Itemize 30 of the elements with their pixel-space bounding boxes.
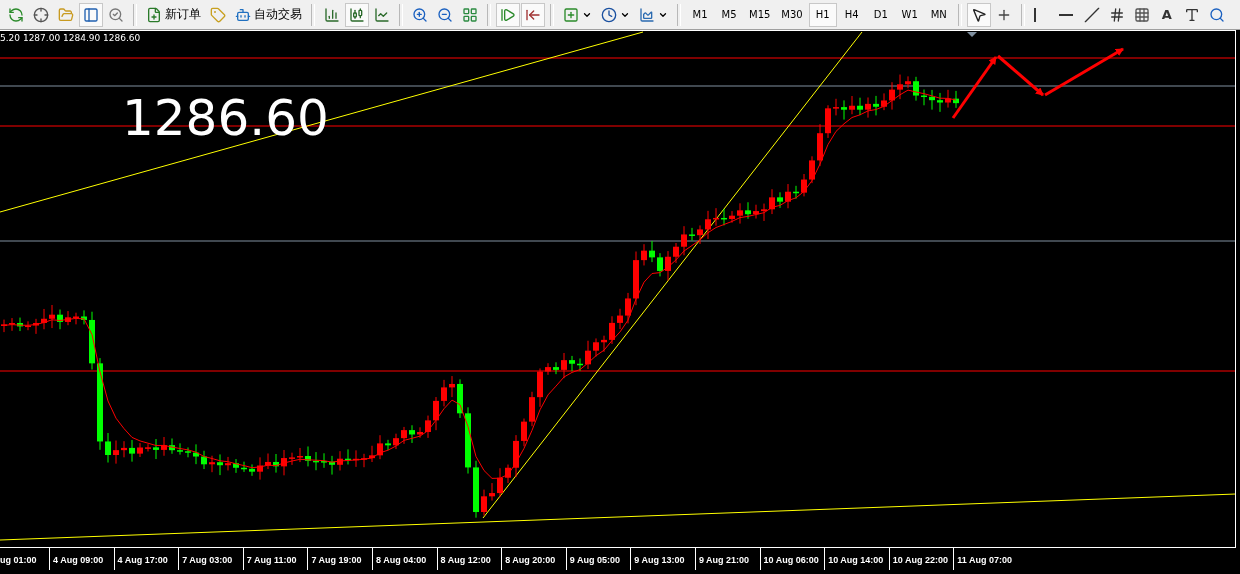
timeframe-button[interactable]: M30 (776, 2, 808, 27)
time-axis-label: 9 Aug 05:00 (569, 555, 620, 565)
time-axis-label: 4 Aug 09:00 (53, 555, 104, 565)
timeframe-button[interactable]: W1 (895, 2, 924, 27)
timeframe-button[interactable]: M15 (744, 2, 776, 27)
time-axis-label: 7 Aug 03:00 (182, 555, 233, 565)
time-axis-label: 7 Aug 19:00 (311, 555, 362, 565)
time-axis-label: 10 Aug 06:00 (763, 555, 819, 565)
timeframe-button[interactable]: D1 (866, 2, 895, 27)
ohlc-values: 5.20 1287.00 1284.90 1286.60 (0, 33, 141, 43)
timeframe-button[interactable]: H4 (837, 2, 866, 27)
timeframe-button[interactable]: MN (924, 2, 953, 27)
time-axis-label: 7 Aug 11:00 (246, 555, 297, 565)
toolbar-button[interactable]: 新订单 (142, 2, 205, 27)
time-axis-label: 8 Aug 12:00 (440, 555, 491, 565)
time-axis-label: 4 Aug 17:00 (117, 555, 168, 565)
time-axis-label: 9 Aug 21:00 (698, 555, 750, 565)
time-axis-label: 8 Aug 04:00 (375, 555, 427, 565)
toolbar-button[interactable]: 自动交易 (231, 2, 306, 27)
timeframe-button[interactable]: M1 (686, 2, 714, 27)
timeframe-button[interactable]: H1 (808, 2, 837, 27)
time-axis-label: ug 01:00 (0, 555, 37, 565)
time-axis-label: 10 Aug 22:00 (892, 555, 948, 565)
price-label: 1286.60 (122, 93, 329, 143)
timeframe-button[interactable]: M5 (715, 2, 743, 27)
time-axis-label: 9 Aug 13:00 (634, 555, 685, 565)
time-axis-label: 11 Aug 07:00 (957, 555, 1012, 565)
text-tool-button[interactable]: A (1154, 2, 1179, 27)
time-axis-label: 10 Aug 14:00 (828, 555, 884, 565)
time-axis-label: 8 Aug 20:00 (505, 555, 556, 565)
